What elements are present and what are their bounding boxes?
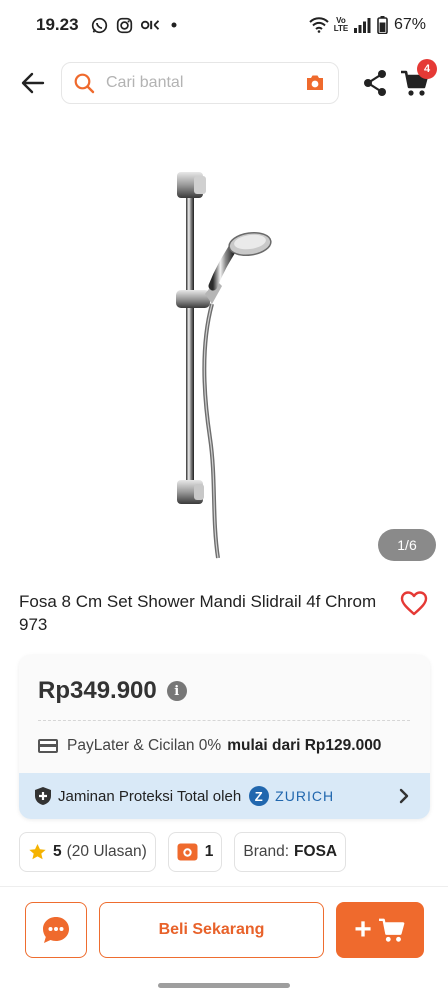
paylater-value: mulai dari Rp129.000 bbox=[227, 737, 382, 754]
wishlist-button[interactable] bbox=[398, 588, 430, 618]
battery-percent: 67% bbox=[393, 16, 426, 33]
product-title: Fosa 8 Cm Set Shower Mandi Slidrail 4f C… bbox=[19, 592, 377, 634]
share-button[interactable] bbox=[360, 68, 390, 98]
product-price: Rp349.900 bbox=[38, 677, 157, 704]
chat-bubble-icon bbox=[43, 917, 69, 943]
search-input[interactable] bbox=[106, 74, 286, 92]
info-icon[interactable]: i bbox=[166, 681, 187, 701]
signal-icon bbox=[353, 17, 371, 33]
brand-label: Brand: bbox=[243, 843, 290, 860]
price-card: Rp349.900 i PayLater & Cicilan 0% mulai … bbox=[19, 655, 430, 819]
rating-chip[interactable]: 5 (20 Ulasan) bbox=[19, 832, 156, 872]
zurich-logo: Z ZURICH bbox=[249, 786, 334, 806]
dot-icon bbox=[169, 20, 179, 30]
status-bar: 19.23 Vo LTE 67% bbox=[0, 0, 448, 50]
review-count: (20 Ulasan) bbox=[66, 843, 147, 860]
battery-icon bbox=[377, 16, 388, 34]
zurich-brand: ZURICH bbox=[275, 788, 335, 804]
plus-icon: + bbox=[354, 913, 372, 946]
chat-button[interactable] bbox=[25, 902, 87, 958]
cart-count-badge: 4 bbox=[417, 59, 437, 79]
paylater-row[interactable]: PayLater & Cicilan 0% mulai dari Rp129.0… bbox=[38, 737, 381, 755]
credit-card-icon bbox=[38, 739, 58, 753]
back-button[interactable] bbox=[18, 68, 48, 98]
image-counter: 1/6 bbox=[378, 529, 436, 561]
star-icon bbox=[28, 843, 47, 861]
dashed-divider bbox=[38, 720, 410, 721]
buy-now-button[interactable]: Beli Sekarang bbox=[99, 902, 324, 958]
rating-value: 5 bbox=[53, 843, 62, 860]
heart-icon bbox=[400, 590, 428, 615]
photo-review-chip[interactable]: 1 bbox=[167, 832, 223, 872]
camera-search-button[interactable] bbox=[304, 72, 326, 94]
search-bar[interactable] bbox=[61, 62, 339, 104]
brand-chip[interactable]: Brand: FOSA bbox=[234, 832, 347, 872]
instagram-icon bbox=[116, 17, 133, 34]
volte-icon: Vo LTE bbox=[333, 16, 349, 33]
zurich-z-icon: Z bbox=[249, 786, 270, 806]
status-time: 19.23 bbox=[36, 15, 79, 34]
camera-icon bbox=[307, 75, 323, 90]
arrow-left-icon bbox=[21, 72, 45, 94]
bottom-divider bbox=[0, 886, 448, 887]
shower-slidrail-image bbox=[176, 172, 272, 559]
camera-icon bbox=[177, 843, 198, 861]
add-to-cart-button[interactable]: + bbox=[336, 902, 424, 958]
brand-value: FOSA bbox=[294, 843, 338, 860]
product-chips: 5 (20 Ulasan) 1 Brand: FOSA bbox=[19, 832, 347, 872]
top-nav bbox=[0, 58, 448, 108]
wifi-icon bbox=[309, 17, 329, 33]
search-icon bbox=[74, 72, 96, 94]
product-detail-page: 19.23 Vo LTE 67% Cari bantal 4 1/6 Fosa … bbox=[0, 0, 448, 1000]
product-image[interactable] bbox=[0, 118, 448, 580]
protection-banner[interactable]: Jaminan Proteksi Total oleh Z ZURICH bbox=[19, 773, 430, 819]
paylater-label: PayLater & Cicilan 0% bbox=[67, 737, 222, 754]
gesture-nav-handle[interactable] bbox=[158, 983, 290, 988]
shield-plus-icon bbox=[34, 786, 52, 806]
bottom-action-bar: Beli Sekarang + bbox=[0, 888, 448, 972]
whatsapp-icon bbox=[91, 17, 108, 34]
chevron-right-icon bbox=[396, 787, 412, 805]
ola-icon bbox=[140, 18, 161, 32]
share-icon bbox=[364, 70, 386, 96]
photo-count: 1 bbox=[204, 843, 214, 860]
protection-text: Jaminan Proteksi Total oleh bbox=[58, 787, 242, 805]
cart-icon bbox=[378, 918, 405, 942]
